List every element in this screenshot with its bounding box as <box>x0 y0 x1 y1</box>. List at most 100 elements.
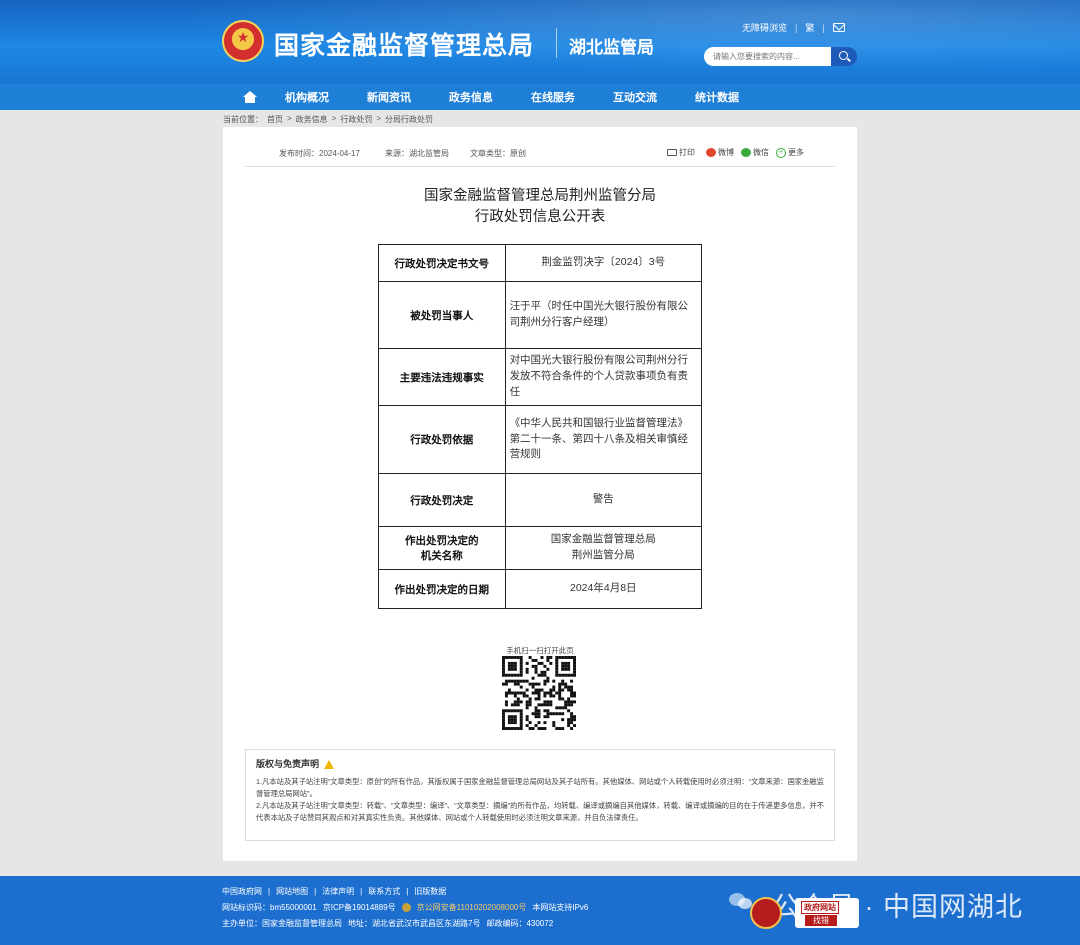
footer-separator: | <box>268 887 271 896</box>
icp-number[interactable]: 京ICP备19014889号 <box>323 902 396 913</box>
wechat-label: 微信 <box>753 148 769 157</box>
nav-item-interaction[interactable]: 互动交流 <box>594 89 676 105</box>
row-key: 作出处罚决定的 机关名称 <box>378 526 506 570</box>
article-type: 文章类型：原创 <box>470 149 526 158</box>
table-row: 行政处罚依据 《中华人民共和国银行业监督管理法》第二十一条、第四十八条及相关审慎… <box>378 405 703 474</box>
row-value: 国家金融监督管理总局 荆州监管分局 <box>504 526 703 570</box>
print-label: 打印 <box>679 148 695 157</box>
table-row: 主要违法违规事实 对中国光大银行股份有限公司荆州分行发放不符合条件的个人贷款事项… <box>378 348 703 406</box>
table-row: 作出处罚决定的 机关名称 国家金融监督管理总局 荆州监管分局 <box>378 526 703 570</box>
home-icon[interactable] <box>230 84 266 110</box>
more-label: 更多 <box>788 148 804 157</box>
row-value: 荆金监罚决字〔2024〕3号 <box>504 244 703 282</box>
host-address: 地址：湖北省武汉市武昌区东湖路7号 <box>348 919 481 928</box>
accessibility-link[interactable]: 无障碍浏览 <box>742 21 787 34</box>
breadcrumb-penalty[interactable]: 行政处罚 <box>340 114 372 125</box>
breadcrumb: 当前位置： 首页 > 政务信息 > 行政处罚 > 分局行政处罚 <box>223 114 433 125</box>
search-input[interactable] <box>704 47 831 66</box>
report-error-badge[interactable]: 政府网站 找错 <box>795 898 859 928</box>
row-key: 被处罚当事人 <box>378 281 506 349</box>
site-footer: 中国政府网 | 网站地图 | 法律声明 | 联系方式 | 旧版数据 网站标识码：bm55… <box>0 876 1080 945</box>
site-header: 国家金融监督管理总局 湖北监管局 无障碍浏览 | 繁 | <box>0 0 1080 84</box>
disclaimer-paragraph-1: 1.凡本站及其子站注明“文章类型：原创”的所有作品，其版权属于国家金融监督管理总… <box>256 776 824 798</box>
penalty-info-table: 行政处罚决定书文号 荆金监罚决字〔2024〕3号 被处罚当事人 汪于平（时任中国… <box>378 244 703 609</box>
police-record[interactable]: 京公网安备11010202008000号 <box>417 902 527 913</box>
footer-link-sitemap[interactable]: 网站地图 <box>276 886 308 897</box>
weibo-icon <box>706 148 716 157</box>
top-links-separator: | <box>795 22 798 33</box>
ipv6-support: 本网站支持IPv6 <box>532 903 589 912</box>
site-subtitle[interactable]: 湖北监管局 <box>569 33 654 58</box>
row-value: 《中华人民共和国银行业监督管理法》第二十一条、第四十八条及相关审慎经营规则 <box>504 405 703 474</box>
row-key-line1: 作出处罚决定的 <box>405 535 479 547</box>
police-badge-icon <box>401 903 411 912</box>
publish-time: 发布时间：2024-04-17 <box>279 149 360 158</box>
table-row: 作出处罚决定的日期 2024年4月8日 <box>378 569 703 609</box>
nav-item-news[interactable]: 新闻资讯 <box>348 89 430 105</box>
site-title[interactable]: 国家金融监督管理总局 <box>274 26 534 62</box>
copyright-disclaimer: 版权与免责声明 1.凡本站及其子站注明“文章类型：原创”的所有作品，其版权属于国… <box>245 749 835 841</box>
printer-icon <box>667 149 677 156</box>
national-emblem-icon <box>222 20 264 62</box>
weibo-label: 微博 <box>718 148 734 157</box>
breadcrumb-branch-penalty[interactable]: 分局行政处罚 <box>385 114 433 125</box>
row-value: 汪于平（时任中国光大银行股份有限公司荆州分行客户经理） <box>504 281 703 349</box>
search-button[interactable] <box>831 47 857 66</box>
traditional-chinese-link[interactable]: 繁 <box>805 21 814 34</box>
row-value-line1: 国家金融监督管理总局 <box>550 533 656 546</box>
mail-icon[interactable] <box>832 23 845 32</box>
article-source: 来源：湖北监管局 <box>385 149 449 158</box>
row-value: 警告 <box>504 473 703 527</box>
footer-links: 中国政府网 | 网站地图 | 法律声明 | 联系方式 | 旧版数据 <box>222 886 446 897</box>
main-nav: 机构概况 新闻资讯 政务信息 在线服务 互动交流 统计数据 <box>0 84 1080 110</box>
share-weibo-button[interactable]: 微博 <box>706 147 734 158</box>
footer-host: 主办单位：国家金融监督管理总局 地址：湖北省武汉市武昌区东湖路7号 邮政编码：4… <box>222 918 553 929</box>
row-key: 行政处罚决定书文号 <box>378 244 506 282</box>
host-unit: 主办单位：国家金融监督管理总局 <box>222 919 342 928</box>
title-divider <box>556 28 557 58</box>
footer-separator: | <box>314 887 317 896</box>
disclaimer-title-text: 版权与免责声明 <box>256 759 320 769</box>
top-links-separator: | <box>822 22 825 33</box>
article-meta: 发布时间：2024-04-17 来源：湖北监管局 文章类型：原创 打印 微博 微… <box>245 139 835 167</box>
qr-label: 手机扫一扫打开此页 <box>506 646 574 655</box>
share-more-button[interactable]: + 更多 <box>776 147 804 158</box>
table-row: 行政处罚决定 警告 <box>378 473 703 527</box>
qr-code-icon <box>502 656 576 730</box>
table-row: 行政处罚决定书文号 荆金监罚决字〔2024〕3号 <box>378 244 703 282</box>
badge-bottom-text: 找错 <box>805 915 837 926</box>
share-wechat-button[interactable]: 微信 <box>741 147 769 158</box>
breadcrumb-separator: > <box>376 114 382 123</box>
footer-link-old-data[interactable]: 旧版数据 <box>414 886 446 897</box>
nav-item-government-info[interactable]: 政务信息 <box>430 89 512 105</box>
row-key-line2: 机关名称 <box>420 550 463 562</box>
footer-link-contact[interactable]: 联系方式 <box>368 886 400 897</box>
breadcrumb-home[interactable]: 首页 <box>267 114 283 125</box>
postcode: 邮政编码：430072 <box>486 919 554 928</box>
footer-link-legal[interactable]: 法律声明 <box>322 886 354 897</box>
row-key: 行政处罚决定 <box>378 473 506 527</box>
row-key: 行政处罚依据 <box>378 405 506 474</box>
plus-icon: + <box>776 147 786 158</box>
row-value: 2024年4月8日 <box>504 569 703 609</box>
nav-item-about[interactable]: 机构概况 <box>266 89 348 105</box>
document-title-line2: 行政处罚信息公开表 <box>474 209 606 225</box>
row-key: 主要违法违规事实 <box>378 348 506 406</box>
print-button[interactable]: 打印 <box>667 147 695 158</box>
wechat-icon <box>741 148 751 157</box>
top-links: 无障碍浏览 | 繁 | <box>742 21 845 34</box>
nav-item-online-services[interactable]: 在线服务 <box>512 89 594 105</box>
party-gov-badge-icon[interactable] <box>750 897 782 929</box>
document-title-line1: 国家金融监督管理总局荆州监管分局 <box>424 188 656 204</box>
footer-link-gov[interactable]: 中国政府网 <box>222 886 262 897</box>
breadcrumb-separator: > <box>287 114 292 123</box>
row-key: 作出处罚决定的日期 <box>378 569 506 609</box>
nav-item-statistics[interactable]: 统计数据 <box>676 89 758 105</box>
breadcrumb-separator: > <box>331 114 337 123</box>
breadcrumb-label: 当前位置： <box>223 115 263 124</box>
disclaimer-paragraph-2: 2.凡本站及其子站注明“文章类型：转载”、“文章类型：编译”、“文章类型：摘编”… <box>256 800 824 822</box>
breadcrumb-government-info[interactable]: 政务信息 <box>296 114 328 125</box>
site-code: 网站标识码：bm55000001 <box>222 903 317 912</box>
footer-registration: 网站标识码：bm55000001 京ICP备19014889号 京公网安备110… <box>222 902 588 913</box>
table-row: 被处罚当事人 汪于平（时任中国光大银行股份有限公司荆州分行客户经理） <box>378 281 703 349</box>
